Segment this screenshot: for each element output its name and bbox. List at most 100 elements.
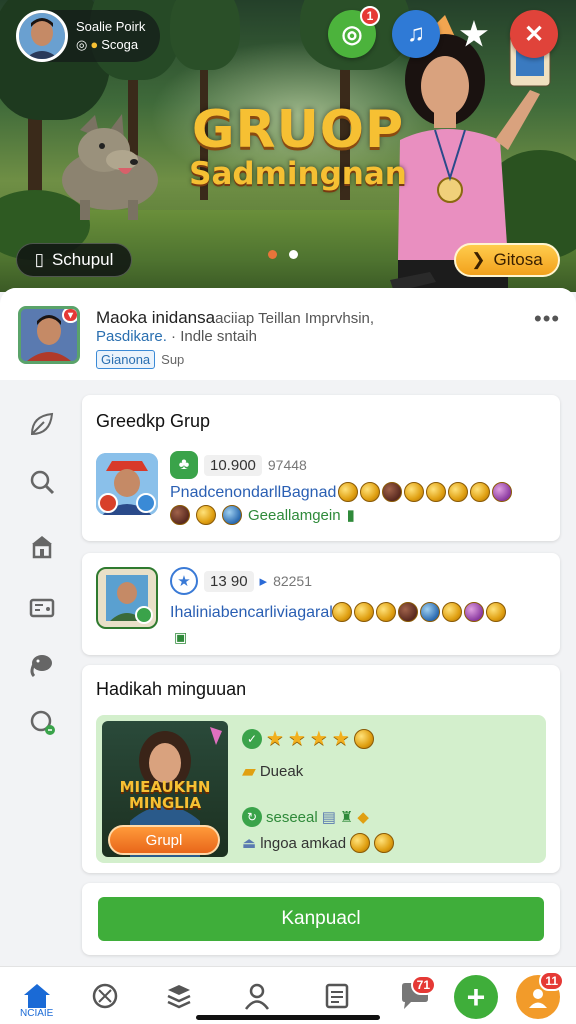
sub-row: Geeallamgein ▮ xyxy=(170,505,355,525)
stat-row: ♣ 10.900 97448 xyxy=(170,451,307,479)
layers-icon xyxy=(167,985,191,1009)
nav-profile[interactable] xyxy=(240,979,274,1013)
reward-icons xyxy=(338,482,512,502)
carousel-dots[interactable] xyxy=(268,250,298,259)
chat-badge: 71 xyxy=(410,975,436,995)
promo-line2-text: Dueak xyxy=(259,763,304,780)
tree-canopy xyxy=(170,0,240,70)
hero-title: GRUOP Sadmingnan xyxy=(178,100,418,192)
favorite-button[interactable]: ★ xyxy=(450,10,498,58)
hero-banner[interactable]: Soalie Poirk ◎ ● Scoga ◎ 1 ♫ ★ ✕ GRUOP S… xyxy=(0,0,576,292)
game-thumbnail-art xyxy=(96,453,158,515)
schedule-button[interactable]: ▯ Schupul xyxy=(16,243,132,277)
music-button[interactable]: ♫ xyxy=(392,10,440,58)
stat-extra: 97448 xyxy=(267,457,307,473)
nav-explore[interactable] xyxy=(88,979,122,1013)
lock-icon: ▣ xyxy=(174,629,188,645)
target-button[interactable]: ◎ 1 xyxy=(328,6,380,58)
promo-card-title: Hadikah minguuan xyxy=(96,679,247,699)
group-title-tail: aciiap Teillan Imprvhsin, xyxy=(215,310,375,327)
action-card: Kanpuacl xyxy=(82,883,560,955)
elephant-icon[interactable] xyxy=(26,648,58,680)
promo-banner[interactable]: MIEAUKHN MINGLIA Grupl ✓ ★ ★ ★ ★ ▰ Dueak… xyxy=(96,715,546,863)
close-icon: ✕ xyxy=(523,20,545,48)
coin-icon xyxy=(448,482,468,502)
primary-action-button[interactable]: Kanpuacl xyxy=(98,897,544,941)
avatar-portrait xyxy=(19,13,65,59)
group-card: Greedkp Grup ♣ 10.900 97448 Pnadcenondar… xyxy=(82,395,560,541)
gem-icon xyxy=(492,482,512,502)
avatar-icon xyxy=(382,482,402,502)
group-avatar[interactable]: ▾ xyxy=(18,306,80,364)
box-icon: ▤ xyxy=(321,809,336,826)
check-icon: ✓ xyxy=(242,729,262,749)
users-icon: ♣ xyxy=(170,451,198,479)
arrow-right-icon: ❯ xyxy=(471,250,486,269)
group-tag[interactable]: Gianona xyxy=(96,350,156,369)
game-thumbnail[interactable] xyxy=(96,453,158,515)
group-header[interactable]: ▾ Maoka inidansaaciiap Teillan Imprvhsin… xyxy=(0,288,576,380)
nav-home-label: NCIAIE xyxy=(20,1008,54,1019)
rating-row: ✓ ★ ★ ★ ★ xyxy=(242,729,374,749)
group-subtitle: Pasdikare. · Indle sntaih xyxy=(96,328,257,345)
flag-badge: ▾ xyxy=(61,309,77,323)
promo-image-title: MIEAUKHN MINGLIA xyxy=(119,778,211,812)
avatar-small-icon xyxy=(222,505,242,525)
target-small-icon: ◎ xyxy=(76,37,88,52)
coin-icon xyxy=(470,482,490,502)
sub-name[interactable]: Geeallamgein xyxy=(248,507,341,524)
crown-icon xyxy=(420,602,440,622)
coin-icon xyxy=(354,602,374,622)
compass-icon xyxy=(92,983,118,1009)
profile-name: Soalie Poirk xyxy=(76,19,146,34)
home-icon xyxy=(24,984,50,1008)
profile-chip[interactable]: Soalie Poirk ◎ ● Scoga xyxy=(16,10,160,62)
close-button[interactable]: ✕ xyxy=(510,10,558,58)
stat-row: ★ 13 90 ▸ 82251 xyxy=(170,567,312,595)
nav-layers[interactable] xyxy=(162,979,196,1013)
badge-icon: ★ xyxy=(170,567,198,595)
game-thumbnail[interactable] xyxy=(96,567,158,629)
gold-bars-icon: ▰ xyxy=(242,761,256,781)
account-badge: 11 xyxy=(539,971,564,991)
go-button[interactable]: ❯ Gitosa xyxy=(454,243,560,277)
nav-chat[interactable]: 71 xyxy=(398,975,436,1013)
avatar-icon xyxy=(398,602,418,622)
promo-line3-text: seseeal xyxy=(266,808,318,826)
content-sheet: ▾ Maoka inidansaaciiap Teillan Imprvhsin… xyxy=(0,288,576,1024)
coin-icon xyxy=(353,729,374,749)
coin-icon xyxy=(350,833,371,853)
ticket-icon[interactable] xyxy=(26,592,58,624)
game-name-link[interactable]: PnadcenondarllBagnad xyxy=(170,484,336,502)
nav-add[interactable]: + xyxy=(454,975,498,1019)
group-subtitle-link[interactable]: Pasdikare. xyxy=(96,328,167,345)
game-name-link[interactable]: Ihaliniabencarliviagaral xyxy=(170,604,333,622)
group-tags: Gianona Sup xyxy=(96,350,184,369)
hero-title-line1: GRUOP xyxy=(191,100,405,160)
leaf-icon[interactable] xyxy=(26,408,58,440)
play-icon: ▸ xyxy=(259,573,268,590)
carousel-dot[interactable] xyxy=(268,250,277,259)
promo-line4-text: lngoa amkad xyxy=(260,834,347,852)
avatar[interactable] xyxy=(16,10,68,62)
clock-icon[interactable] xyxy=(26,706,58,738)
gift-icon xyxy=(464,602,484,622)
nav-account[interactable]: 11 xyxy=(516,971,564,1019)
promo-image[interactable]: MIEAUKHN MINGLIA Grupl xyxy=(102,721,228,857)
group-tag-rest: Sup xyxy=(161,352,185,367)
nav-docs[interactable] xyxy=(320,979,354,1013)
carousel-dot-active[interactable] xyxy=(289,250,298,259)
coin-icon xyxy=(332,602,352,622)
store-icon[interactable] xyxy=(26,530,58,562)
coin-icon xyxy=(404,482,424,502)
flask-icon: ⏏ xyxy=(242,835,257,852)
document-icon xyxy=(325,983,349,1009)
stat-value: 10.900 xyxy=(204,454,262,476)
promo-line-dueak: ▰ Dueak xyxy=(242,761,303,782)
promo-image-button[interactable]: Grupl xyxy=(108,825,220,855)
gem-icon: ◆ xyxy=(357,809,369,826)
coin-icon xyxy=(338,482,358,502)
search-icon[interactable] xyxy=(26,466,58,498)
home-indicator xyxy=(196,1015,380,1020)
more-options-button[interactable]: ••• xyxy=(534,306,560,332)
